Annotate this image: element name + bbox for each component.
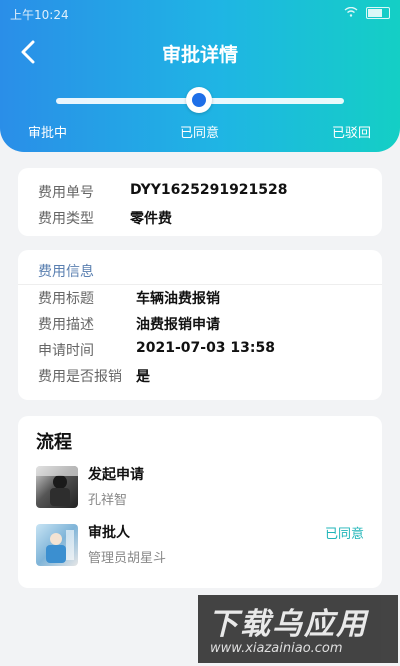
status-icons	[344, 6, 390, 20]
field-value: 2021-07-03 13:58	[136, 340, 275, 356]
field-label: 费用标题	[38, 291, 94, 307]
person-photo-icon	[46, 530, 74, 563]
field-value: 零件费	[130, 211, 172, 227]
info-row: 费用单号 DYY1625291921528	[38, 182, 288, 202]
info-row: 费用类型 零件费	[38, 208, 172, 228]
flow-card: 流程 发起申请 孔祥智 审批人 管理员胡星斗 已同意	[18, 416, 382, 588]
field-label: 申请时间	[38, 343, 94, 359]
status-time: 上午10:24	[10, 8, 69, 22]
field-label: 费用类型	[38, 211, 94, 227]
field-value: DYY1625291921528	[130, 182, 288, 198]
field-value: 油费报销申请	[136, 317, 220, 333]
status-badge: 已同意	[324, 527, 364, 542]
header: 上午10:24 审批详情 审批中 已同意 已驳回	[0, 0, 400, 152]
basic-info-card: 费用单号 DYY1625291921528 费用类型 零件费	[18, 168, 382, 236]
field-label: 费用是否报销	[38, 369, 122, 385]
battery-icon	[366, 7, 390, 19]
flow-title: 流程	[36, 432, 72, 453]
watermark: 下载乌应用 www.xiazainiao.com	[198, 595, 398, 663]
divider	[18, 284, 382, 285]
step-label-pending: 审批中	[28, 126, 68, 141]
field-label: 费用单号	[38, 185, 94, 201]
flow-step-person: 管理员胡星斗	[88, 551, 167, 566]
flow-step-name: 发起申请	[88, 467, 144, 483]
step-label-approved: 已同意	[180, 126, 220, 141]
progress-knob	[186, 87, 212, 113]
avatar	[36, 524, 78, 566]
flow-step-name: 审批人	[88, 525, 130, 541]
progress-dot	[192, 93, 206, 107]
field-value: 是	[136, 369, 150, 385]
section-title: 费用信息	[38, 264, 94, 280]
avatar	[36, 466, 78, 508]
info-row: 申请时间 2021-07-03 13:58	[38, 340, 275, 360]
flow-step-person: 孔祥智	[88, 493, 128, 508]
person-photo-icon	[36, 466, 78, 506]
cost-info-card: 费用信息 费用标题 车辆油费报销 费用描述 油费报销申请 申请时间 2021-0…	[18, 250, 382, 400]
page-title: 审批详情	[161, 44, 238, 66]
field-value: 车辆油费报销	[136, 291, 220, 307]
status-bar: 上午10:24	[0, 0, 400, 26]
info-row: 费用描述 油费报销申请	[38, 314, 220, 334]
watermark-url: www.xiazainiao.com	[210, 641, 343, 656]
step-label-rejected: 已驳回	[332, 126, 372, 141]
wifi-icon	[344, 6, 358, 20]
info-row: 费用标题 车辆油费报销	[38, 288, 220, 308]
info-row: 费用是否报销 是	[38, 366, 150, 386]
watermark-text: 下载乌应用	[208, 607, 368, 642]
field-label: 费用描述	[38, 317, 94, 333]
